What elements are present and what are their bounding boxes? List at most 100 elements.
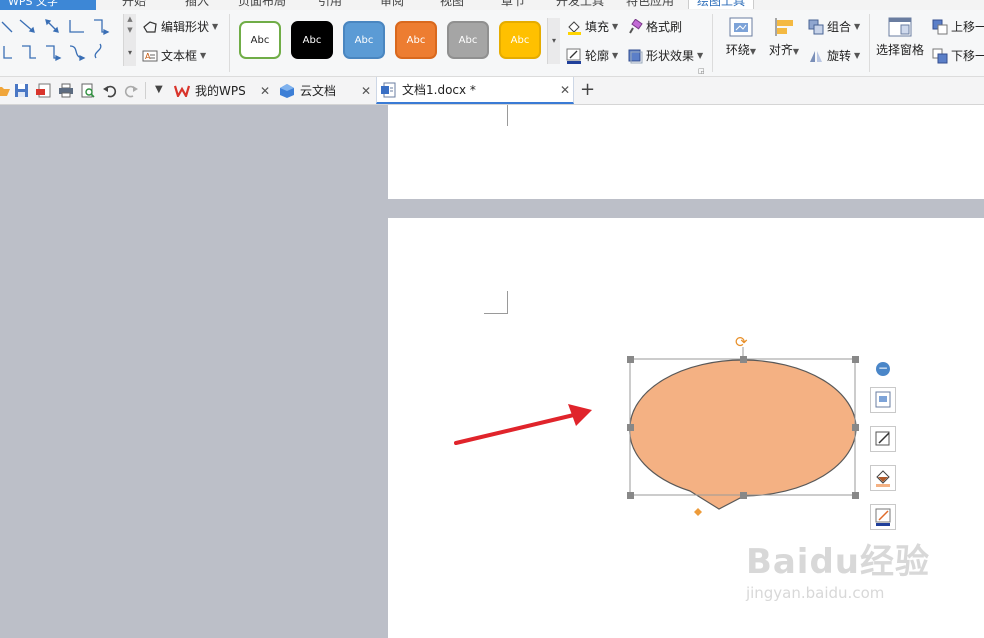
caret-down-icon: ▼ (200, 51, 207, 60)
shape-effects-button[interactable]: 形状效果 ▼ (627, 47, 703, 64)
save-icon[interactable] (14, 83, 29, 98)
edit-shape-icon (875, 431, 890, 446)
scroll-up-icon[interactable]: ▲ (124, 14, 136, 25)
float-outline-button[interactable] (870, 504, 896, 530)
selection-pane-button[interactable]: 选择窗格 (873, 16, 927, 66)
resize-handle-w[interactable] (627, 424, 634, 431)
watermark-brand: Baidu经验 (745, 542, 930, 582)
rotate-label: 旋转 (827, 49, 852, 63)
wrap-button[interactable]: 环绕▼ (720, 16, 762, 66)
float-fill-button[interactable] (870, 465, 896, 491)
text-wrap-icon (729, 17, 753, 37)
collapse-float-toolbar-icon[interactable]: − (876, 362, 890, 376)
menu-tab-developer[interactable]: 开发工具 (556, 0, 604, 9)
paint-bucket-icon (568, 20, 581, 35)
resize-handle-e[interactable] (852, 424, 859, 431)
close-tab-icon[interactable]: ✕ (361, 84, 371, 98)
styles-more[interactable]: ▾ (547, 18, 560, 64)
gallery-scroll[interactable]: ▲ ▼ ▾ (123, 14, 136, 66)
quick-access-dropdown-icon[interactable]: ▼ (155, 84, 163, 95)
shape-gallery[interactable] (0, 12, 122, 66)
export-pdf-icon[interactable] (36, 83, 51, 98)
resize-handle-nw[interactable] (627, 356, 634, 363)
redo-icon[interactable] (124, 83, 139, 98)
ribbon-separator (229, 14, 230, 72)
svg-text:A: A (145, 52, 151, 61)
text-box-label: 文本框 (161, 49, 198, 63)
caret-down-icon: ▼ (854, 51, 861, 60)
app-menu-button[interactable]: WPS 文字 (0, 0, 96, 10)
annotation-arrow (454, 404, 592, 445)
tab-my-wps[interactable]: 我的WPS ✕ (174, 77, 274, 104)
resize-handle-sw[interactable] (627, 492, 634, 499)
ribbon-separator (712, 14, 713, 72)
tab-cloud-docs[interactable]: 云文档 ✕ (279, 77, 375, 104)
shape-style-preset[interactable]: Abc (395, 21, 437, 59)
group-label: 组合 (827, 20, 852, 34)
gallery-expand-icon[interactable]: ▾ (124, 46, 136, 60)
resize-handle-s[interactable] (740, 492, 747, 499)
open-folder-icon[interactable] (0, 83, 11, 98)
group-button[interactable]: 组合 ▼ (808, 18, 860, 35)
align-label: 对齐 (768, 43, 793, 57)
float-edit-shape-button[interactable] (870, 426, 896, 452)
text-box-button[interactable]: A 文本框 ▼ (142, 47, 206, 64)
shape-style-preset[interactable]: Abc (447, 21, 489, 59)
group-icon (808, 19, 824, 34)
print-preview-icon[interactable] (80, 83, 95, 98)
ribbon: ▲ ▼ ▾ 编辑形状 ▼ A 文本框 ▼ ▾ 填充 ▼ 格式刷 轮廓 ▼ 形状效果 ▼ ◲… (0, 10, 984, 77)
menu-tab-view[interactable]: 视图 (440, 0, 464, 9)
resize-handle-ne[interactable] (852, 356, 859, 363)
undo-icon[interactable] (102, 83, 117, 98)
adjust-handle[interactable] (694, 508, 702, 516)
caret-down-icon: ▼ (212, 22, 219, 31)
close-tab-icon[interactable]: ✕ (560, 83, 570, 97)
shape-style-preset[interactable]: Abc (239, 21, 281, 59)
shape-style-preset[interactable]: Abc (291, 21, 333, 59)
outline-button[interactable]: 轮廓 ▼ (566, 47, 618, 64)
edit-shape-button[interactable]: 编辑形状 ▼ (142, 18, 218, 35)
edit-shape-icon (143, 20, 157, 33)
resize-handle-n[interactable] (740, 356, 747, 363)
bring-forward-button[interactable]: 上移一 (932, 18, 984, 35)
align-button[interactable]: 对齐▼ (764, 16, 804, 66)
tab-document1[interactable]: 文档1.docx * ✕ (376, 77, 574, 104)
margin-marker-horizontal (484, 313, 508, 314)
scroll-down-icon[interactable]: ▼ (124, 25, 136, 36)
menu-tab-home[interactable]: 开始 (122, 0, 146, 9)
paint-bucket-icon (876, 470, 890, 487)
send-backward-icon (932, 48, 948, 63)
print-icon[interactable] (58, 83, 73, 98)
fill-button[interactable]: 填充 ▼ (566, 18, 618, 35)
toolbar-divider (145, 82, 146, 99)
dialog-launcher-icon[interactable]: ◲ (698, 67, 705, 75)
format-painter-label: 格式刷 (646, 20, 683, 34)
close-tab-icon[interactable]: ✕ (260, 84, 270, 98)
menu-tab-chapter[interactable]: 章节 (501, 0, 525, 9)
rotate-handle-icon[interactable]: ⟳ (735, 334, 748, 350)
baidu-watermark: Baidu经验 jingyan.baidu.com (746, 544, 930, 602)
text-wrap-icon (875, 391, 891, 408)
caret-down-icon: ▼ (749, 47, 757, 56)
resize-handle-se[interactable] (852, 492, 859, 499)
tab-document1-label: 文档1.docx * (402, 83, 476, 97)
float-wrap-button[interactable] (870, 387, 896, 413)
shape-style-preset[interactable]: Abc (499, 21, 541, 59)
menu-tab-drawing-tools[interactable]: 绘图工具 (688, 0, 755, 9)
format-painter-button[interactable]: 格式刷 (627, 18, 682, 35)
menu-tab-insert[interactable]: 插入 (185, 0, 209, 9)
margin-marker (507, 105, 508, 126)
menu-tab-review[interactable]: 审阅 (380, 0, 404, 9)
text-box-icon: A (142, 50, 158, 61)
shape-style-preset[interactable]: Abc (343, 21, 385, 59)
menu-tab-references[interactable]: 引用 (318, 0, 342, 9)
send-backward-label: 下移一 (951, 49, 984, 63)
format-painter-icon (629, 18, 643, 34)
send-backward-button[interactable]: 下移一 (932, 47, 984, 64)
selection-pane-label: 选择窗格 (875, 43, 924, 57)
menu-tab-features[interactable]: 特色应用 (626, 0, 674, 9)
new-tab-button[interactable]: + (580, 79, 595, 101)
wrap-label: 环绕 (725, 43, 750, 57)
menu-tab-layout[interactable]: 页面布局 (238, 0, 286, 9)
rotate-button[interactable]: 旋转 ▼ (808, 47, 860, 64)
